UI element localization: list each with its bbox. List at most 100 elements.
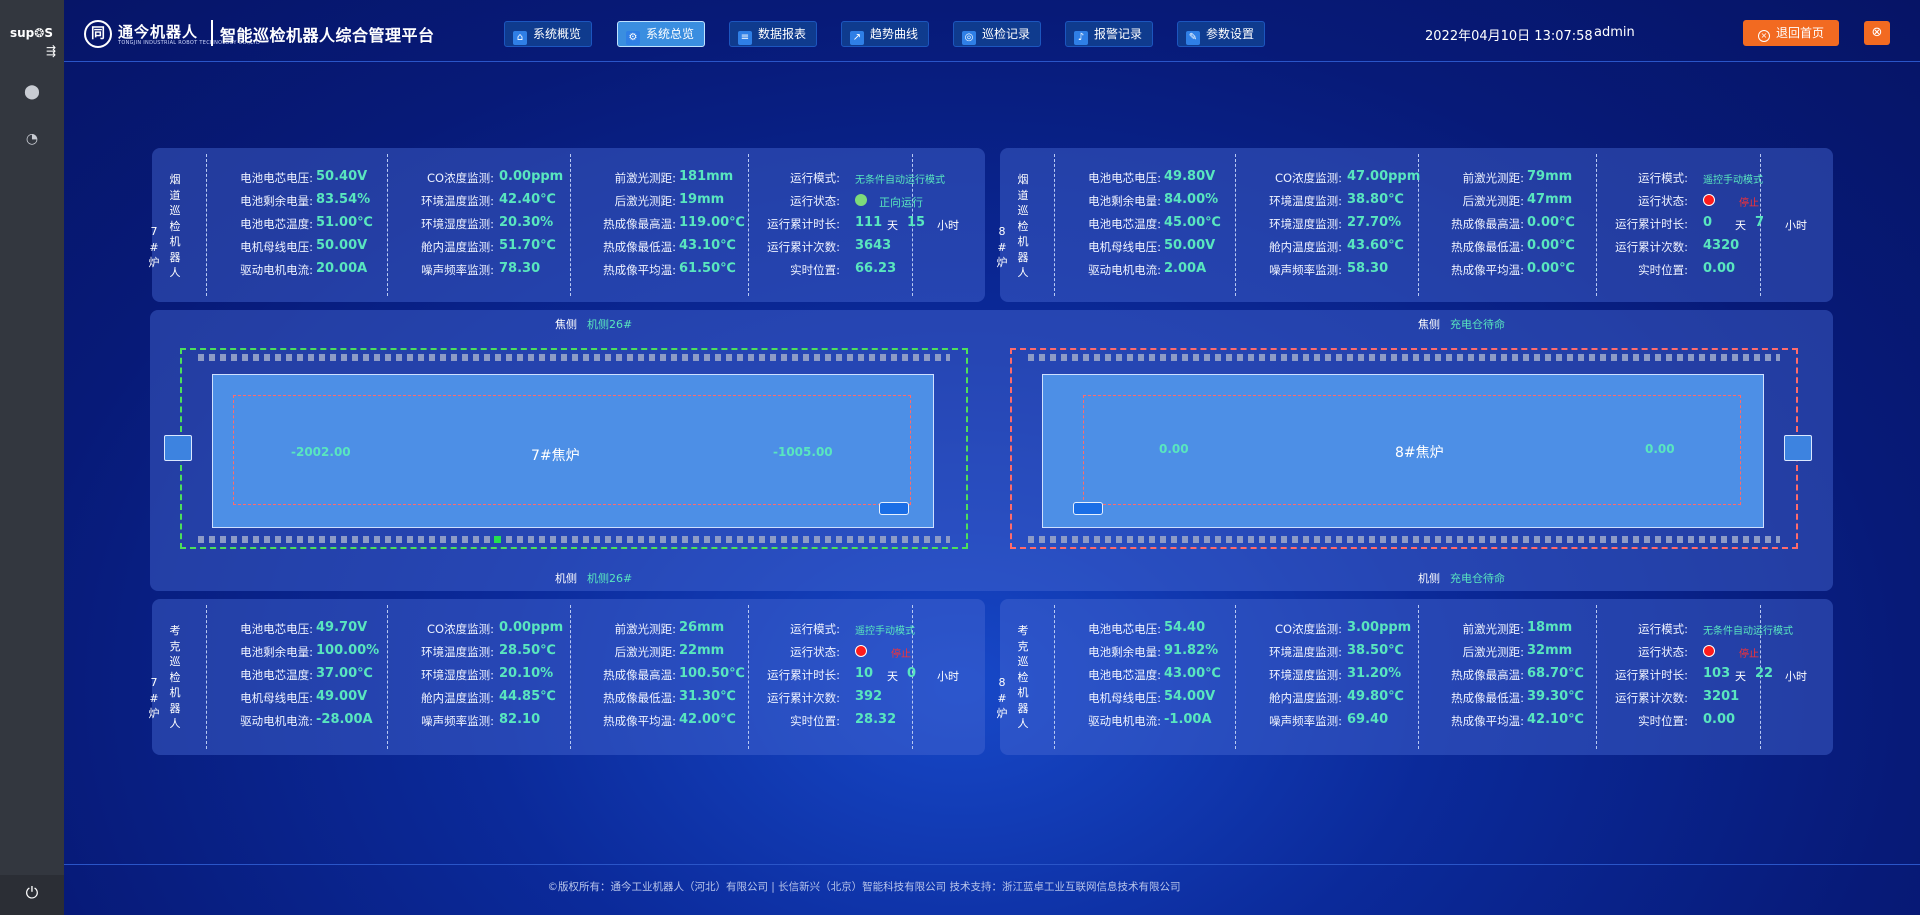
robot-name: 考克巡检机器人 7#炉 <box>149 623 192 732</box>
charging-station-right[interactable] <box>1784 435 1812 461</box>
metric-value: 68.70℃ <box>1527 666 1584 681</box>
metric-value: 91.82% <box>1164 643 1219 658</box>
realtime-position-value: 0.00 <box>1703 261 1736 276</box>
robot-type-label: 考克巡检机器人 <box>1017 624 1029 730</box>
column-separator <box>1596 605 1597 749</box>
metric-label: 电池电芯温度: <box>1088 668 1161 682</box>
metric-label: 驱动电机电流: <box>1088 263 1161 277</box>
chart-icon[interactable]: ◔ <box>22 129 42 149</box>
metric-label: 电机母线电压: <box>1088 691 1161 705</box>
metric-value: 0.00℃ <box>1527 215 1575 230</box>
username[interactable]: admin <box>1594 25 1635 40</box>
track-ticks <box>198 536 950 543</box>
robot-panel: 考克巡检机器人 8#炉 电池电芯电压: 54.40 电池剩余电量: 91.82% 电池电芯温… <box>997 599 1833 755</box>
nav-system-summary-button[interactable]: ⚙ 系统总览 <box>617 21 706 47</box>
nav-overview-button[interactable]: ⌂ 系统概览 <box>504 21 593 47</box>
robot-cart[interactable] <box>1073 502 1103 515</box>
metric-value: 18mm <box>1527 620 1573 635</box>
metric-value: 42.10℃ <box>1527 712 1584 727</box>
runtime-label: 运行累计时长: <box>767 668 840 682</box>
metric-label: 环境温度监测: <box>421 645 494 659</box>
metric-label: 前激光测距: <box>1462 622 1524 636</box>
nav-trend-button[interactable]: ↗ 趋势曲线 <box>841 21 930 47</box>
hour-unit: 小时 <box>1785 670 1807 683</box>
metric-label: 电池电芯温度: <box>240 217 313 231</box>
charging-station-left[interactable] <box>164 435 192 461</box>
nav-data-report-button[interactable]: ≡ 数据报表 <box>729 21 818 47</box>
track8-bottom-label: 机侧 充电仓待命 <box>1418 570 1505 586</box>
metric-value: 43.00℃ <box>1164 666 1221 681</box>
run-state-value: 正向运行 <box>879 196 923 209</box>
metric-label: 电池剩余电量: <box>1088 194 1161 208</box>
realtime-position-value: 0.00 <box>1703 712 1736 727</box>
column-separator <box>1054 605 1055 749</box>
runtime-hours-value: 7 <box>1755 215 1765 230</box>
return-home-button[interactable]: × 退回首页 <box>1743 20 1839 46</box>
nav-settings-button[interactable]: ✎ 参数设置 <box>1177 21 1266 47</box>
current-datetime: 2022年04月10日 13:07:58 <box>1425 29 1593 44</box>
position-label: 实时位置: <box>790 714 840 728</box>
column-separator <box>1054 154 1055 296</box>
bank-icon: ⌂ <box>513 31 527 45</box>
metric-value: 100.50℃ <box>679 666 745 681</box>
metric-value: 84.00% <box>1164 192 1219 207</box>
metric-label: 电机母线电压: <box>1088 240 1161 254</box>
side-label: 机侧 <box>1418 572 1440 585</box>
nav-alarm-record-button[interactable]: ♪ 报警记录 <box>1065 21 1154 47</box>
metric-label: 电池电芯温度: <box>1088 217 1161 231</box>
furnace8-body: 0.00 8#焦炉 0.00 <box>1042 374 1764 528</box>
robot-furnace-label: 8#炉 <box>996 225 1008 269</box>
metric-label: 热成像平均温: <box>1451 714 1524 728</box>
metric-value: 27.70% <box>1347 215 1402 230</box>
metric-value: 69.40 <box>1347 712 1389 727</box>
app-icon[interactable]: ⬤ <box>22 82 42 102</box>
state-label: 运行状态: <box>790 194 840 208</box>
runtime-label: 运行累计时长: <box>1615 668 1688 682</box>
power-icon[interactable]: ⏻ <box>22 883 42 903</box>
column-separator <box>748 154 749 296</box>
nav-label: 巡检记录 <box>982 27 1031 41</box>
track-ticks <box>1028 536 1780 543</box>
metric-label: 热成像最高温: <box>603 217 676 231</box>
metric-label: 环境湿度监测: <box>421 217 494 231</box>
metric-label: 舱内温度监测: <box>1269 691 1342 705</box>
metric-value: 51.70℃ <box>499 238 556 253</box>
list-icon: ≡ <box>738 31 752 45</box>
track-ticks <box>1028 354 1780 361</box>
metric-label: 后激光测距: <box>1462 645 1524 659</box>
robot-cart[interactable] <box>879 502 909 515</box>
metric-value: 51.00℃ <box>316 215 373 230</box>
column-separator <box>1235 154 1236 296</box>
metric-label: 环境湿度监测: <box>1269 217 1342 231</box>
metric-value: 39.30℃ <box>1527 689 1584 704</box>
nav-label: 系统概览 <box>533 27 582 41</box>
metric-value: 54.40 <box>1164 620 1206 635</box>
runtime-hours-value: 15 <box>907 215 926 230</box>
metric-value: 61.50℃ <box>679 261 736 276</box>
metric-label: 热成像最低温: <box>1451 240 1524 254</box>
position-label: 实时位置: <box>1638 263 1688 277</box>
collapse-menu-icon[interactable]: ⇶ <box>46 44 56 58</box>
metric-label: 环境温度监测: <box>1269 645 1342 659</box>
left-rail: sup❂S ⇶ ⬤ ◔ ⏻ <box>0 0 64 915</box>
metric-label: 舱内温度监测: <box>421 691 494 705</box>
run-mode-value: 无条件自动运行模式 <box>855 175 945 186</box>
metric-label: 噪声频率监测: <box>421 263 494 277</box>
metric-value: 49.00V <box>316 689 368 704</box>
right-position-value: -1005.00 <box>773 445 833 459</box>
runtime-hours-value: 0 <box>907 666 917 681</box>
metric-value: 50.40V <box>316 169 368 184</box>
metric-value: 3.00ppm <box>1347 620 1412 635</box>
nav-inspection-record-button[interactable]: ◎ 巡检记录 <box>953 21 1042 47</box>
run-count-value: 4320 <box>1703 238 1740 253</box>
robot-status: 充电仓待命 <box>1450 318 1505 331</box>
runtime-days-value: 103 <box>1703 666 1731 681</box>
column-separator <box>1596 154 1597 296</box>
close-icon[interactable]: ⊗ <box>1864 21 1890 45</box>
logo-separator <box>211 20 213 46</box>
metric-value: 54.00V <box>1164 689 1216 704</box>
metric-value: 0.00ppm <box>499 620 564 635</box>
metric-value: 38.80℃ <box>1347 192 1404 207</box>
wrench-icon: ✎ <box>1186 31 1200 45</box>
metric-label: 环境湿度监测: <box>1269 668 1342 682</box>
